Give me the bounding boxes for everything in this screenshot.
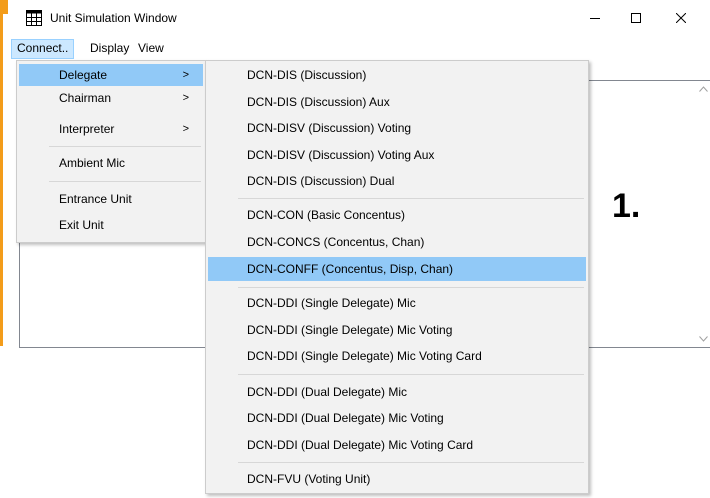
scroll-down-icon[interactable] [699, 336, 708, 342]
submenu-item-highlighted[interactable]: DCN-CONFF (Concentus, Disp, Chan) [208, 257, 586, 281]
connect-menu: Delegate > Chairman > Interpreter > Ambi… [16, 60, 206, 243]
close-icon [676, 13, 686, 23]
menu-separator [49, 146, 201, 147]
grid-window-icon [26, 10, 42, 26]
submenu-item[interactable]: DCN-DISV (Discussion) Voting [208, 117, 586, 139]
menu-item-interpreter[interactable]: Interpreter > [19, 118, 203, 140]
chevron-right-icon: > [182, 69, 189, 81]
submenu-item-label: DCN-DIS (Discussion) Dual [247, 174, 395, 188]
menu-bar: Connect.. Display View [3, 37, 710, 59]
step-annotation: 1. [612, 187, 641, 225]
submenu-item-label: DCN-CON (Basic Concentus) [247, 208, 406, 222]
chevron-right-icon: > [182, 123, 189, 135]
submenu-item-label: DCN-DDI (Single Delegate) Mic Voting Car… [247, 349, 482, 363]
menu-item-label: Interpreter [59, 122, 115, 136]
submenu-item-label: DCN-CONFF (Concentus, Disp, Chan) [247, 262, 454, 276]
submenu-item[interactable]: DCN-DIS (Discussion) Dual [208, 170, 586, 192]
submenu-item-label: DCN-DISV (Discussion) Voting Aux [247, 148, 435, 162]
menu-separator [49, 181, 201, 182]
maximize-icon [631, 13, 641, 23]
menu-item-label: Chairman [59, 91, 112, 105]
delegate-submenu: DCN-DIS (Discussion) DCN-DIS (Discussion… [205, 60, 589, 494]
menu-connect[interactable]: Connect.. [11, 39, 75, 59]
submenu-item-label: DCN-DDI (Dual Delegate) Mic [247, 385, 408, 399]
title-bar[interactable]: Unit Simulation Window [3, 0, 710, 36]
menu-item-exit-unit[interactable]: Exit Unit [19, 214, 203, 236]
menu-separator [238, 287, 584, 288]
submenu-item[interactable]: DCN-CON (Basic Concentus) [208, 204, 586, 226]
menu-item-chairman[interactable]: Chairman > [19, 87, 203, 109]
submenu-item[interactable]: DCN-DDI (Single Delegate) Mic Voting Car… [208, 345, 586, 367]
submenu-item[interactable]: DCN-CONCS (Concentus, Chan) [208, 231, 586, 253]
menu-display[interactable]: Display [85, 39, 134, 57]
submenu-item[interactable]: DCN-DISV (Discussion) Voting Aux [208, 144, 586, 166]
submenu-item-label: DCN-DISV (Discussion) Voting [247, 121, 412, 135]
menu-item-entrance-unit[interactable]: Entrance Unit [19, 188, 203, 210]
submenu-item-label: DCN-DIS (Discussion) Aux [247, 95, 390, 109]
maximize-button[interactable] [613, 0, 659, 36]
menu-item-label: Entrance Unit [59, 192, 132, 206]
chevron-right-icon: > [182, 92, 189, 104]
menu-view[interactable]: View [133, 39, 169, 57]
window-title: Unit Simulation Window [50, 11, 177, 25]
vertical-scrollbar[interactable] [695, 81, 710, 347]
menu-separator [238, 198, 584, 199]
submenu-item[interactable]: DCN-DDI (Dual Delegate) Mic [208, 381, 586, 403]
submenu-item[interactable]: DCN-DIS (Discussion) Aux [208, 91, 586, 113]
menu-item-label: Exit Unit [59, 218, 104, 232]
menu-item-delegate[interactable]: Delegate > [19, 64, 203, 86]
menu-separator [238, 462, 584, 463]
menu-item-ambient-mic[interactable]: Ambient Mic [19, 152, 203, 174]
submenu-item-label: DCN-CONCS (Concentus, Chan) [247, 235, 425, 249]
submenu-item-label: DCN-DDI (Single Delegate) Mic Voting [247, 323, 453, 337]
submenu-item[interactable]: DCN-DDI (Single Delegate) Mic [208, 292, 586, 314]
close-button[interactable] [658, 0, 704, 36]
submenu-item[interactable]: DCN-DDI (Dual Delegate) Mic Voting Card [208, 434, 586, 456]
minimize-button[interactable] [572, 0, 618, 36]
submenu-item[interactable]: DCN-DDI (Single Delegate) Mic Voting [208, 319, 586, 341]
submenu-item-label: DCN-FVU (Voting Unit) [247, 472, 371, 486]
background-accent-corner [0, 0, 8, 14]
submenu-item-label: DCN-DDI (Dual Delegate) Mic Voting [247, 411, 444, 425]
menu-item-label: Delegate [59, 68, 108, 82]
submenu-item-label: DCN-DIS (Discussion) [247, 68, 367, 82]
minimize-icon [590, 18, 600, 19]
submenu-item[interactable]: DCN-FVU (Voting Unit) [208, 468, 586, 490]
submenu-item-label: DCN-DDI (Single Delegate) Mic [247, 296, 416, 310]
submenu-item-label: DCN-DDI (Dual Delegate) Mic Voting Card [247, 438, 474, 452]
submenu-item[interactable]: DCN-DDI (Dual Delegate) Mic Voting [208, 407, 586, 429]
submenu-item[interactable]: DCN-DIS (Discussion) [208, 64, 586, 86]
scroll-up-icon[interactable] [699, 86, 708, 92]
menu-separator [238, 374, 584, 375]
menu-item-label: Ambient Mic [59, 156, 126, 170]
